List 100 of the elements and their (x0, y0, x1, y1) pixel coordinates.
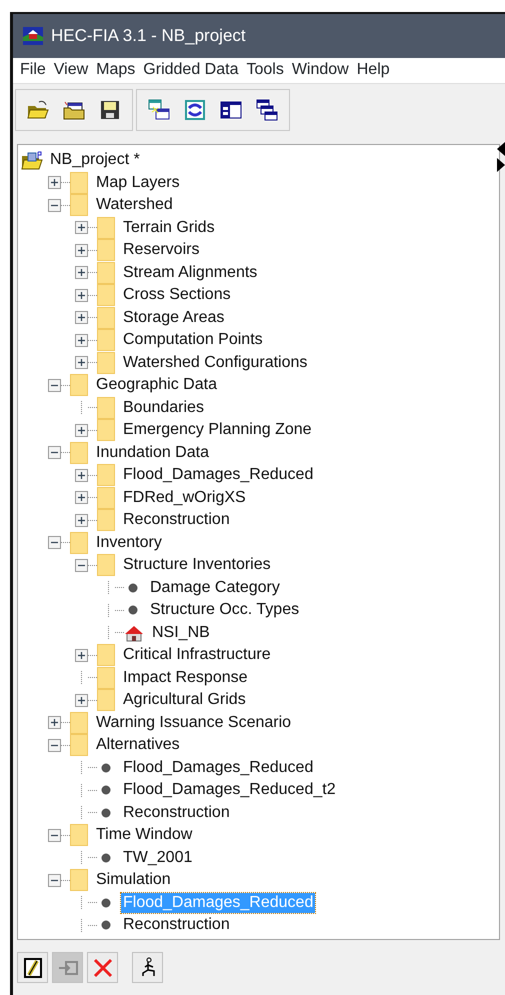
tree-item[interactable]: Impact Response (121, 668, 250, 688)
expand-icon[interactable] (75, 468, 88, 482)
windows-icon (147, 98, 171, 122)
expand-icon[interactable] (75, 356, 88, 370)
tree-item[interactable]: Stream Alignments (121, 262, 260, 283)
folder-icon (70, 712, 88, 734)
house-icon (124, 624, 144, 642)
folder-icon (97, 239, 115, 262)
expand-icon[interactable] (75, 311, 88, 324)
tree-item[interactable]: Inventory (94, 532, 164, 553)
folder-icon (70, 734, 88, 756)
expand-icon[interactable] (75, 288, 88, 302)
expand-icon[interactable] (48, 716, 61, 730)
folder-icon (70, 194, 88, 216)
tree-item[interactable]: Storage Areas (121, 308, 226, 328)
tree-item[interactable]: FDRed_wOrigXS (121, 488, 248, 508)
folder-icon (97, 352, 115, 374)
tree-item[interactable]: Watershed (94, 195, 175, 216)
tree-item[interactable]: NSI_NB (150, 622, 212, 643)
bullet-icon (128, 582, 138, 593)
tree-item[interactable]: Cross Sections (121, 285, 233, 306)
folder-icon (70, 374, 88, 396)
sync-windows-icon (183, 98, 207, 122)
expand-icon[interactable] (75, 514, 88, 527)
tree-item[interactable]: Boundaries (121, 398, 206, 418)
cascade-windows-button[interactable] (255, 98, 279, 122)
tree-item[interactable]: Agricultural Grids (121, 690, 248, 710)
collapse-icon[interactable] (48, 828, 61, 842)
folder-icon (97, 689, 115, 712)
folder-icon (97, 509, 115, 532)
expand-icon[interactable] (75, 334, 88, 347)
expand-icon[interactable] (75, 648, 88, 662)
tree-item[interactable]: Structure Inventories (121, 555, 273, 576)
tree-item[interactable]: Simulation (94, 870, 173, 890)
folder-icon (97, 216, 115, 239)
folder-icon (97, 554, 115, 576)
tree-item[interactable]: Alternatives (94, 735, 182, 756)
tree-item[interactable]: Reconstruction (121, 915, 232, 936)
tree-item[interactable]: Reconstruction (121, 510, 232, 530)
expand-icon[interactable] (48, 176, 61, 190)
menu-item[interactable]: Maps (92, 58, 140, 82)
delete-button[interactable] (87, 952, 118, 983)
tree-item[interactable]: Inundation Data (94, 442, 211, 463)
tree-item[interactable]: Reservoirs (121, 240, 202, 260)
bullet-icon (101, 920, 111, 930)
menu-item[interactable]: Window (288, 58, 353, 82)
folder-icon (97, 306, 115, 329)
menu-item[interactable]: View (50, 58, 92, 82)
collapse-icon[interactable] (48, 536, 61, 550)
tree-item[interactable]: TW_2001 (121, 848, 194, 868)
bullet-icon (101, 808, 111, 818)
tree-item[interactable]: Geographic Data (94, 375, 219, 396)
collapse-icon[interactable] (75, 558, 88, 572)
folder-icon (97, 419, 115, 442)
tree-item[interactable]: Structure Occ. Types (148, 600, 302, 620)
bullet-icon (101, 785, 111, 796)
tree-item[interactable]: Emergency Planning Zone (121, 420, 314, 440)
expand-icon[interactable] (75, 424, 88, 437)
expand-icon[interactable] (75, 491, 88, 504)
folder-icon (97, 396, 115, 419)
run-button[interactable] (132, 952, 163, 983)
expand-icon[interactable] (75, 244, 88, 257)
tree-item[interactable]: Time Window (94, 825, 194, 846)
tree-item[interactable]: Flood_Damages_Reduced (121, 465, 316, 486)
tree-item[interactable]: Flood_Damages_Reduced_t2 (121, 780, 338, 800)
tree-item[interactable]: Damage Category (148, 578, 282, 598)
sync-windows-button[interactable] (183, 98, 207, 122)
expand-icon[interactable] (75, 694, 88, 707)
folder-icon (70, 869, 88, 892)
menu-item[interactable]: Tools (242, 58, 288, 82)
splitter-arrow-icon[interactable] (497, 142, 505, 172)
folder-icon (70, 442, 88, 464)
tree-item[interactable]: Watershed Configurations (121, 352, 310, 373)
folder-icon (97, 262, 115, 284)
expand-icon[interactable] (75, 221, 88, 234)
project-folder-icon (21, 150, 45, 170)
windows-button[interactable] (147, 98, 171, 122)
tree-item[interactable]: NB_project * (48, 150, 142, 170)
menu-item[interactable]: Gridded Data (139, 58, 242, 82)
tree-item[interactable]: Map Layers (94, 172, 182, 193)
tree-item[interactable]: Warning Issuance Scenario (94, 712, 294, 733)
collapse-icon[interactable] (48, 446, 61, 460)
app-icon (23, 26, 43, 45)
tree-item[interactable]: Reconstruction (121, 802, 232, 823)
tree-item[interactable]: Computation Points (121, 330, 265, 350)
collapse-icon[interactable] (48, 874, 61, 887)
collapse-icon[interactable] (48, 378, 61, 392)
menu-item[interactable]: Help (352, 58, 394, 82)
folder-icon (70, 824, 88, 846)
tree-item[interactable]: Terrain Grids (121, 218, 217, 238)
tree-item[interactable]: Flood_Damages_Reduced (121, 758, 316, 778)
menu-item[interactable]: File (16, 58, 50, 82)
expand-icon[interactable] (75, 266, 88, 280)
collapse-icon[interactable] (48, 738, 61, 752)
collapse-icon[interactable] (48, 198, 61, 212)
bullet-icon (101, 762, 111, 773)
bullet-icon (101, 852, 111, 863)
edit-button[interactable] (17, 952, 48, 983)
folder-icon (97, 644, 115, 666)
tree-item[interactable]: Critical Infrastructure (121, 645, 273, 666)
